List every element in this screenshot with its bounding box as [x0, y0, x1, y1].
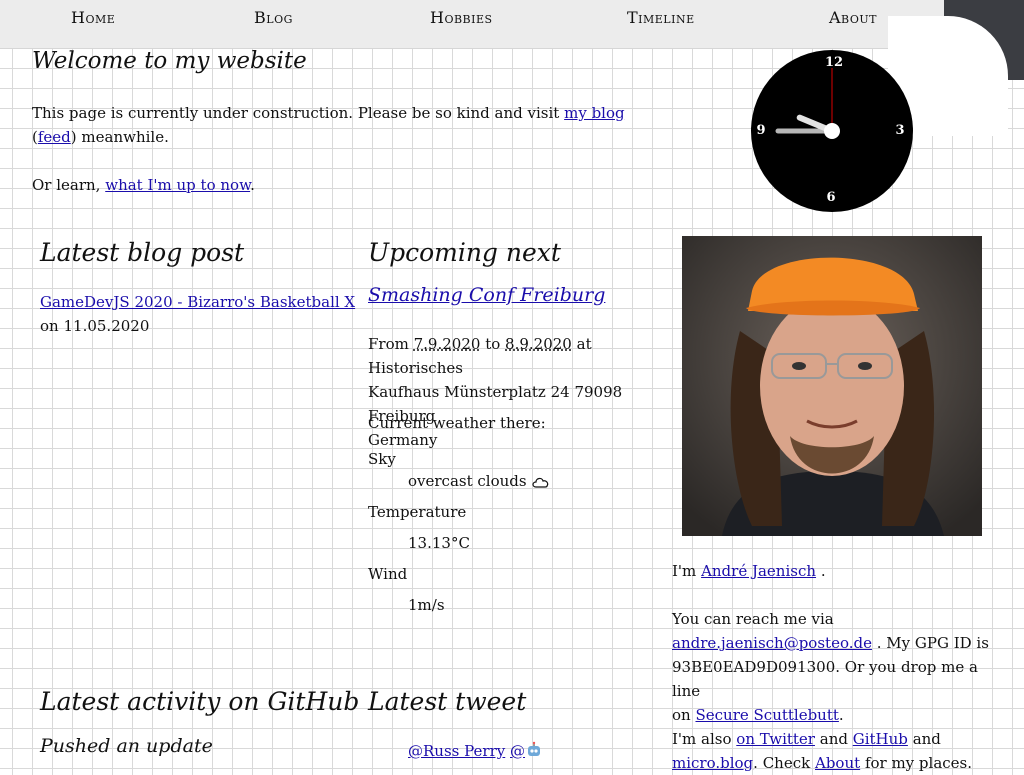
reach-text: You can reach me via: [672, 610, 834, 628]
nav-about[interactable]: About: [829, 8, 877, 27]
name-end: .: [820, 562, 826, 580]
tweet-heading: Latest tweet: [368, 687, 527, 716]
date-prefix: on: [40, 317, 59, 335]
wind-value: 1m/s: [408, 596, 445, 614]
temperature-label: Temperature: [368, 503, 467, 521]
github-subheading: Pushed an update: [40, 735, 213, 757]
sky-label: Sky: [368, 450, 396, 468]
email-link[interactable]: andre.jaenisch@posteo.de: [672, 634, 872, 652]
on-text: on: [672, 706, 691, 724]
wind-label: Wind: [368, 565, 408, 583]
to-date: 8.9.2020: [505, 335, 572, 353]
clock-face: 12 3 6 9: [756, 55, 904, 205]
now-link[interactable]: what I'm up to now: [105, 176, 250, 194]
clock-number-12: 12: [825, 55, 843, 70]
my-blog-link[interactable]: my blog: [564, 104, 625, 122]
im-text: I'm: [672, 562, 697, 580]
nav-timeline[interactable]: Timeline: [627, 8, 695, 27]
cloud-icon: [532, 477, 549, 488]
gpg-id: 93BE0EAD9D091300. Or you drop me a line: [672, 658, 978, 700]
nav-hobbies[interactable]: Hobbies: [430, 8, 493, 27]
clock-number-3: 3: [895, 123, 904, 138]
name-link[interactable]: André Jaenisch: [701, 562, 816, 580]
microblog-link[interactable]: micro.blog: [672, 754, 753, 772]
github-link[interactable]: GitHub: [853, 730, 908, 748]
weather-label: Current weather there:: [368, 414, 546, 432]
scuttlebutt-link[interactable]: Secure Scuttlebutt: [695, 706, 838, 724]
meanwhile-text: meanwhile.: [81, 128, 169, 146]
also-text: I'm also: [672, 730, 732, 748]
tweet-mention-link[interactable]: @: [510, 741, 543, 760]
sky-value-row: overcast clouds: [408, 472, 551, 490]
gpg-text: . My GPG ID is: [876, 634, 989, 652]
event-link[interactable]: Smashing Conf Freiburg: [368, 284, 605, 306]
mention-at: @: [510, 742, 526, 760]
about-intro: I'm André Jaenisch .: [672, 559, 826, 583]
and-text: and: [819, 730, 848, 748]
event-details: From 7.9.2020 to 8.9.2020 at Historische…: [368, 332, 668, 452]
twitter-link[interactable]: on Twitter: [736, 730, 815, 748]
sky-value: overcast clouds: [408, 472, 527, 490]
temperature-value: 13.13°C: [408, 534, 470, 552]
from-date: 7.9.2020: [413, 335, 481, 353]
profile-photo: [682, 236, 982, 536]
learn-end: .: [250, 176, 255, 194]
clock-number-9: 9: [756, 123, 765, 138]
clock-center: [824, 123, 840, 139]
places-text: for my places.: [864, 754, 973, 772]
blog-post-date: on 11.05.2020: [40, 314, 149, 338]
learn-paragraph: Or learn, what I'm up to now.: [32, 173, 255, 197]
nav-home[interactable]: Home: [71, 8, 115, 27]
feed-link[interactable]: feed: [38, 128, 71, 146]
date-value: 11.05.2020: [63, 317, 150, 335]
clock-number-6: 6: [826, 190, 835, 205]
robot-emoji-icon: [528, 741, 541, 756]
github-heading: Latest activity on GitHub: [40, 687, 360, 716]
paren-close: ): [70, 128, 77, 146]
tweet-author-row: @Russ Perry @: [408, 739, 543, 763]
intro-paragraph: This page is currently under constructio…: [32, 101, 632, 149]
tweet-author-link[interactable]: @Russ Perry: [408, 742, 505, 760]
blog-post-heading: Latest blog post: [40, 238, 245, 267]
learn-text: Or learn,: [32, 176, 101, 194]
blog-post-link[interactable]: GameDevJS 2020 - Bizarro's Basketball X: [40, 290, 355, 314]
contact-paragraph: You can reach me via andre.jaenisch@poste…: [672, 607, 992, 727]
location-line-3: Germany: [368, 431, 438, 449]
to-label: to: [485, 335, 501, 353]
top-nav: Home Blog Hobbies Timeline About: [0, 0, 944, 49]
nav-blog[interactable]: Blog: [254, 8, 293, 27]
and-text-2: and: [912, 730, 941, 748]
about-link[interactable]: About: [815, 754, 860, 772]
intro-text: This page is currently under constructio…: [32, 104, 560, 122]
portrait-illustration: [682, 236, 982, 536]
sb-end: .: [838, 706, 844, 724]
check-text: . Check: [753, 754, 811, 772]
upcoming-heading: Upcoming next: [368, 238, 561, 267]
from-label: From: [368, 335, 409, 353]
analog-clock: 12 3 6 9: [751, 50, 913, 212]
page-title: Welcome to my website: [32, 48, 307, 74]
